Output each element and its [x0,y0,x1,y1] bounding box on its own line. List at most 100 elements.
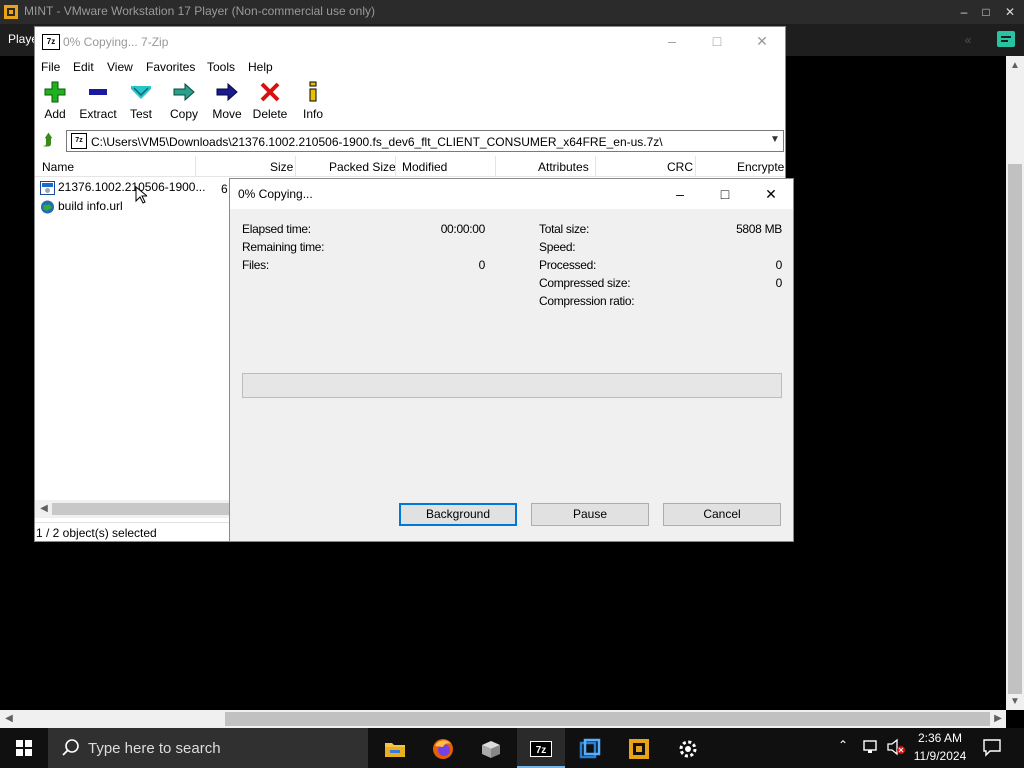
virtualbox-icon[interactable] [566,728,614,768]
column-separator[interactable] [695,156,696,176]
volume-muted-icon[interactable] [886,738,906,756]
vmware-close-button[interactable]: ✕ [1000,2,1020,22]
column-attributes[interactable]: Attributes [538,160,589,174]
search-placeholder[interactable]: Type here to search [88,740,221,757]
processed-value: 0 [775,258,783,272]
scroll-left-icon[interactable]: ◀ [1,711,17,727]
vmware-minimize-button[interactable]: – [954,2,974,22]
file-size: 6 [221,182,228,196]
column-packed-size[interactable]: Packed Size [329,160,396,174]
delete-button[interactable]: Delete [248,80,292,124]
dialog-maximize-button[interactable]: □ [714,185,736,203]
delete-label: Delete [252,107,288,121]
clock-date[interactable]: 11/9/2024 [912,749,968,763]
column-separator[interactable] [595,156,596,176]
copy-button[interactable]: Copy [162,80,206,124]
remaining-time-label: Remaining time: [242,240,325,254]
test-icon [119,80,163,104]
test-button[interactable]: Test [119,80,163,124]
menu-favorites[interactable]: Favorites [146,60,195,74]
extract-button[interactable]: Extract [76,80,120,124]
vmware-icon[interactable] [615,728,663,768]
move-button[interactable]: Move [205,80,249,124]
address-text[interactable]: C:\Users\VM5\Downloads\21376.1002.210506… [91,135,663,149]
menu-help[interactable]: Help [248,60,273,74]
compressed-size-value: 0 [775,276,783,290]
scroll-down-icon[interactable]: ▼ [1007,694,1023,710]
folder-up-icon[interactable]: ⮭ [38,131,58,151]
list-item[interactable]: build info.url [40,199,123,217]
add-icon [33,80,77,104]
sevenzip-maximize-button[interactable]: □ [707,33,727,49]
file-name: 21376.1002.210506-1900... [58,180,206,194]
column-crc[interactable]: CRC [667,160,693,174]
column-size[interactable]: Size [270,160,293,174]
total-size-value: 5808 MB [736,222,782,236]
move-label: Move [212,107,242,121]
column-separator[interactable] [395,156,396,176]
vmware-message-icon[interactable] [994,29,1018,51]
copy-icon [162,80,206,104]
total-size-label: Total size: [539,222,590,236]
clock-time[interactable]: 2:36 AM [912,731,968,745]
list-item[interactable]: 21376.1002.210506-1900... [40,180,205,198]
sevenzip-app-icon: 7z [42,34,60,50]
windows-start-icon[interactable] [0,728,48,768]
add-label: Add [44,107,66,121]
chevron-down-icon[interactable]: ▼ [770,134,780,145]
vmware-window-title: MINT - VMware Workstation 17 Player (Non… [24,4,375,18]
compression-ratio-label: Compression ratio: [539,294,635,308]
info-button[interactable]: Info [291,80,335,124]
files-label: Files: [242,258,269,272]
settings-icon[interactable] [664,728,712,768]
horizontal-scrollbar-thumb[interactable] [225,712,990,726]
vertical-scrollbar-thumb[interactable] [1008,164,1022,694]
file-list-scrollbar-thumb[interactable] [52,503,230,515]
url-file-icon [40,200,55,214]
column-separator[interactable] [495,156,496,176]
firefox-icon[interactable] [419,728,467,768]
dialog-minimize-button[interactable]: – [669,185,691,203]
background-button[interactable]: Background [399,503,517,526]
menu-file[interactable]: File [41,60,60,74]
scroll-up-icon[interactable]: ▲ [1007,58,1023,74]
test-label: Test [129,107,152,121]
elapsed-time-label: Elapsed time: [242,222,311,236]
dialog-title-bar [230,179,793,209]
7zip-icon[interactable]: 7z [517,728,565,768]
sevenzip-minimize-button[interactable]: – [662,33,682,49]
extract-icon [76,80,120,104]
column-modified[interactable]: Modified [402,160,447,174]
info-label: Info [302,107,323,121]
vmware-back-icon[interactable]: « [958,30,978,50]
compressed-size-label: Compressed size: [539,276,631,290]
package-icon[interactable] [467,728,515,768]
pause-button[interactable]: Pause [531,503,649,526]
info-icon [291,80,335,104]
processed-label: Processed: [539,258,597,272]
scroll-left-icon[interactable]: ◀ [36,501,52,517]
column-name[interactable]: Name [42,160,74,174]
column-separator[interactable] [295,156,296,176]
scroll-right-icon[interactable]: ▶ [990,711,1006,727]
file-explorer-icon[interactable] [371,728,419,768]
notification-center-icon[interactable] [982,737,1002,757]
add-button[interactable]: Add [33,80,77,124]
vmware-logo-icon [4,5,18,19]
cancel-button[interactable]: Cancel [663,503,781,526]
column-separator[interactable] [195,156,196,176]
sevenzip-close-button[interactable]: ✕ [752,33,772,49]
delete-icon [248,80,292,104]
iso-file-icon [40,180,55,195]
column-encrypted[interactable]: Encrypte [737,160,784,174]
dialog-close-button[interactable]: ✕ [760,185,782,203]
menu-edit[interactable]: Edit [73,60,94,74]
tray-overflow-icon[interactable]: ⌃ [838,738,848,752]
network-icon[interactable] [862,739,880,755]
menu-view[interactable]: View [107,60,133,74]
svg-text:7z: 7z [536,745,547,756]
vmware-maximize-button[interactable]: □ [976,2,996,22]
sevenzip-window-title: 0% Copying... 7-Zip [63,35,169,49]
elapsed-time-value: 00:00:00 [440,222,486,236]
menu-tools[interactable]: Tools [207,60,235,74]
